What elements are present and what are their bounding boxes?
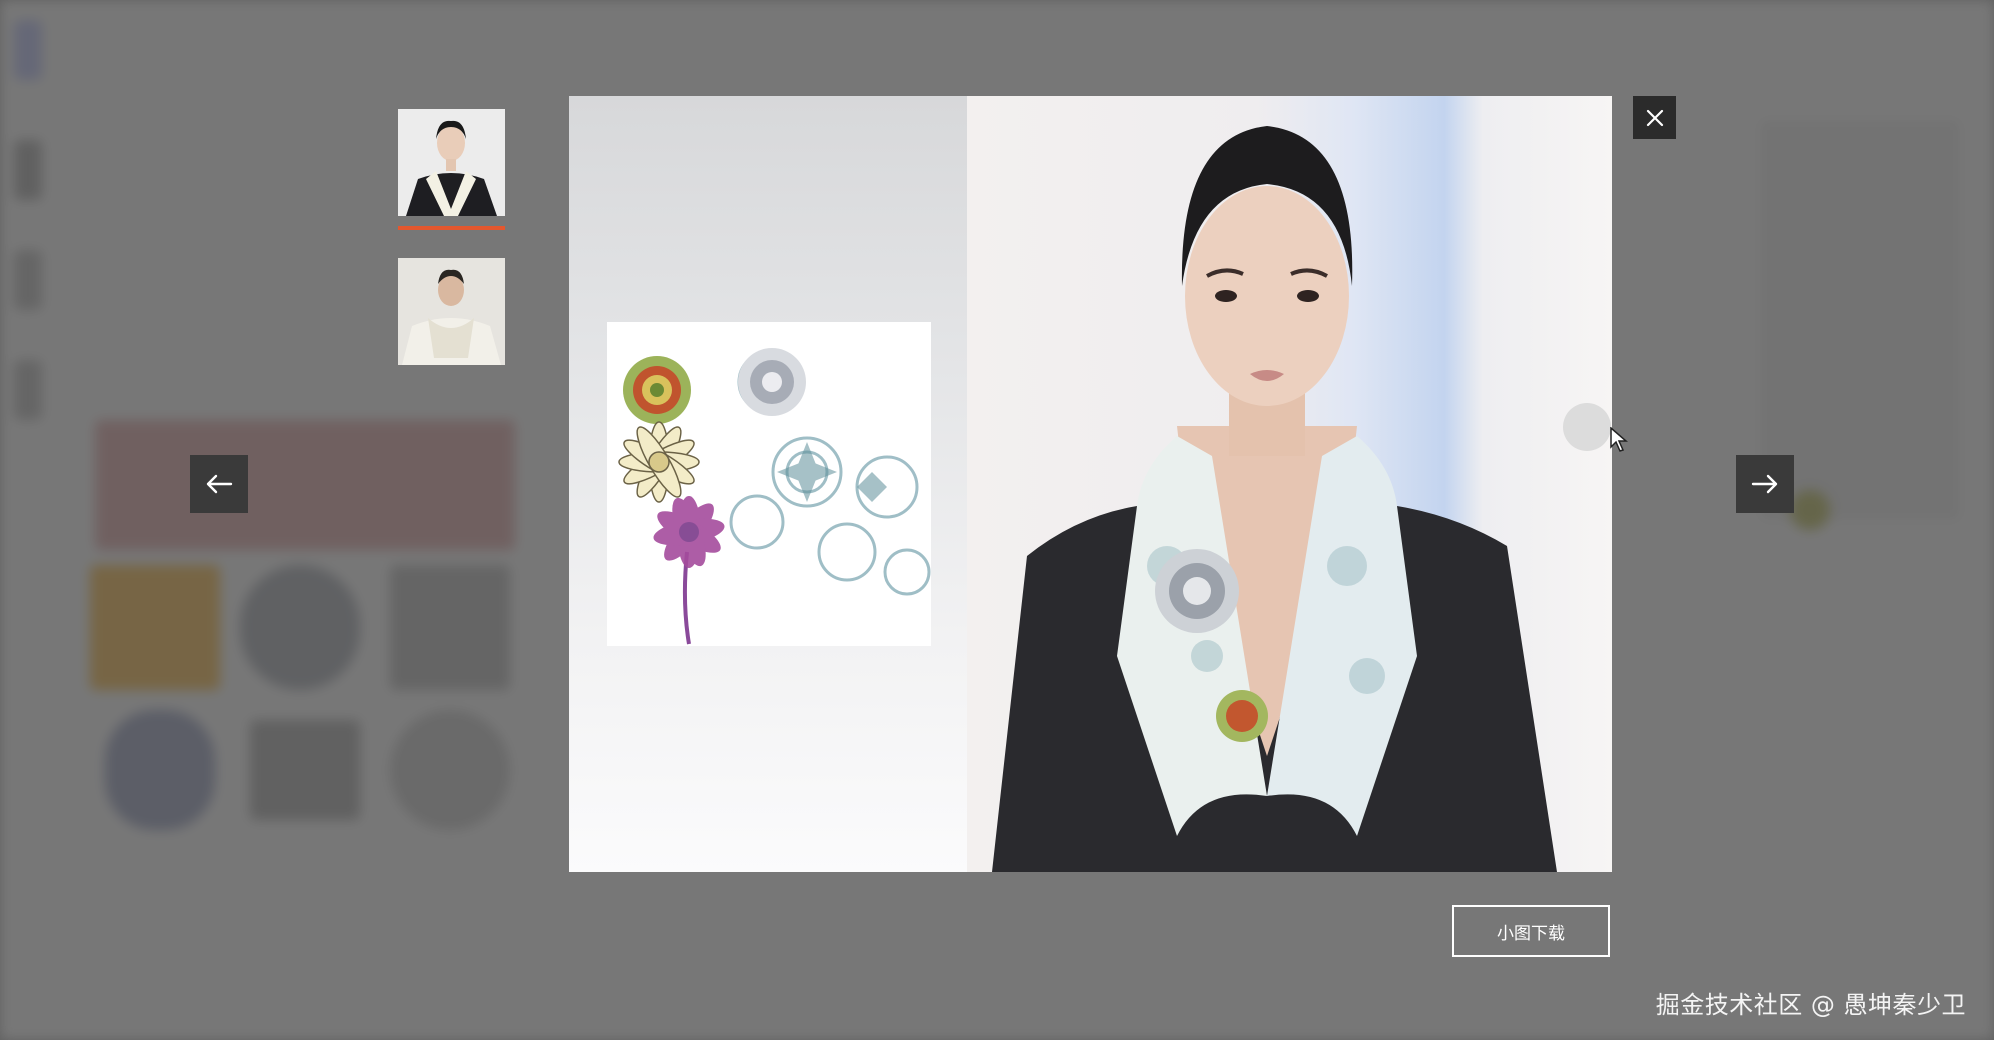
download-small-image-button[interactable]: 小图下载 bbox=[1452, 905, 1610, 957]
arrow-left-icon bbox=[206, 474, 233, 494]
scarf-pattern-image bbox=[607, 322, 931, 646]
previous-image-button[interactable] bbox=[190, 455, 248, 513]
close-icon bbox=[1646, 109, 1663, 126]
watermark: 掘金技术社区 @ 愚坤秦少卫 bbox=[1655, 991, 1966, 1019]
image-preview bbox=[569, 96, 1612, 872]
floral-pattern-graphic bbox=[618, 348, 931, 645]
woman-scarf-thumbnail-image bbox=[398, 109, 505, 216]
selected-thumbnail-indicator bbox=[398, 226, 505, 230]
arrow-right-icon bbox=[1751, 474, 1778, 494]
cursor-highlight bbox=[1563, 403, 1611, 451]
thumbnail-woman-scarf[interactable] bbox=[398, 109, 505, 216]
thumbnail-man-scarf[interactable] bbox=[398, 258, 505, 365]
model-photo bbox=[967, 96, 1612, 872]
model-wearing-scarf-image bbox=[992, 126, 1557, 872]
mouse-cursor-icon bbox=[1610, 427, 1628, 452]
close-button[interactable] bbox=[1633, 96, 1676, 139]
next-image-button[interactable] bbox=[1736, 455, 1794, 513]
man-scarf-thumbnail-image bbox=[398, 258, 505, 365]
pattern-panel bbox=[569, 96, 967, 872]
